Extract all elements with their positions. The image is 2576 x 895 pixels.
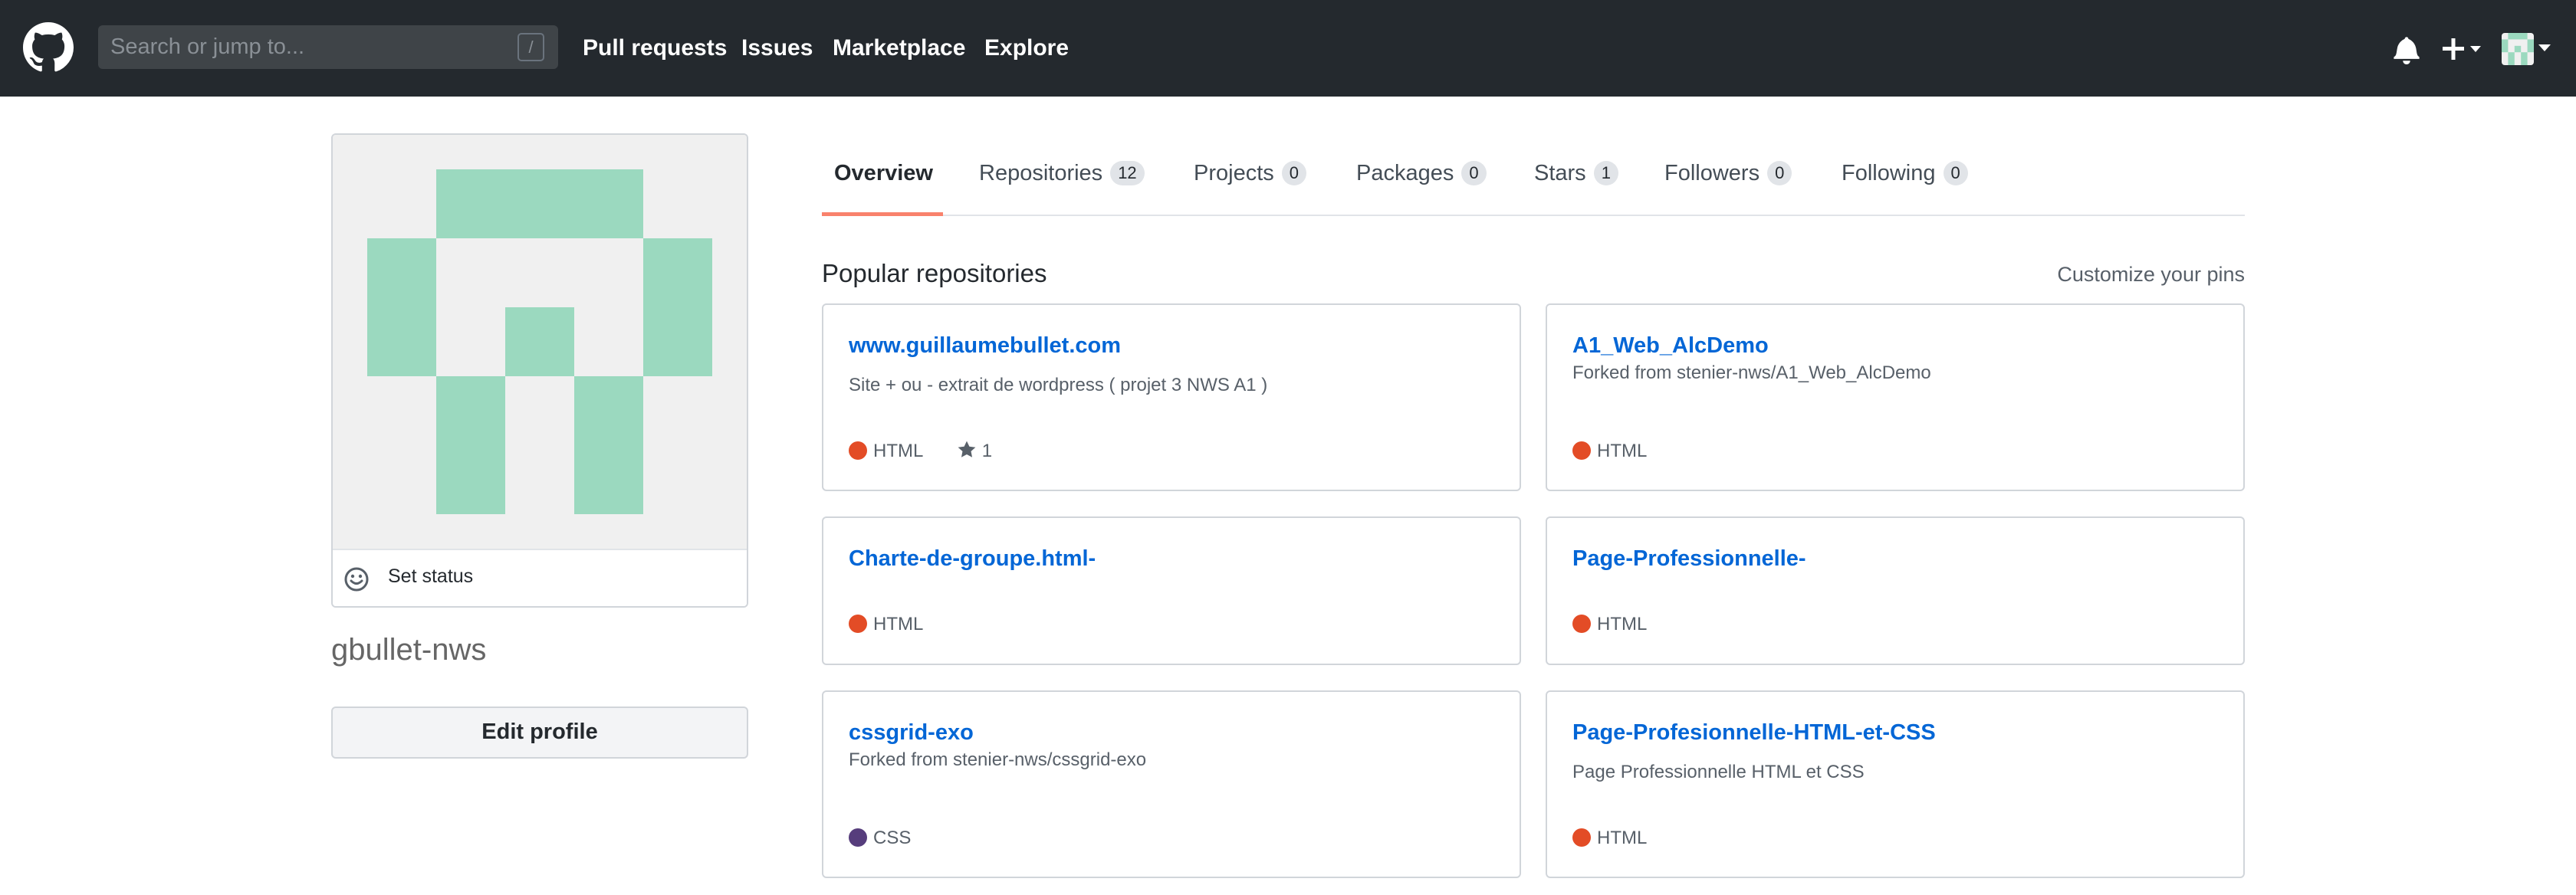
profile-username: gbullet-nws	[331, 633, 487, 667]
language-color-dot	[1572, 441, 1591, 460]
repo-fork-source: Forked from stenier-nws/cssgrid-exo	[849, 749, 1147, 770]
tab-label: Packages	[1356, 161, 1454, 185]
nav-issues[interactable]: Issues	[741, 33, 813, 64]
repo-language: HTML	[1597, 828, 1648, 848]
github-logo-icon[interactable]	[23, 22, 74, 73]
tab-label: Projects	[1194, 161, 1274, 185]
repo-card: www.guillaumebullet.com Site + ou - extr…	[822, 303, 1521, 491]
language-color-dot	[849, 828, 867, 847]
repo-language: HTML	[873, 441, 923, 461]
customize-pins-link[interactable]: Customize your pins	[2055, 262, 2245, 287]
tab-count: 0	[1943, 161, 1968, 185]
tab-followers[interactable]: Followers 0	[1664, 130, 1792, 216]
repo-link[interactable]: Page-Profesionnelle-HTML-et-CSS	[1572, 719, 1936, 746]
repo-fork-source: Forked from stenier-nws/A1_Web_AlcDemo	[1572, 362, 1931, 383]
search-shortcut-key: /	[518, 33, 544, 61]
language-color-dot	[849, 441, 867, 460]
tab-label: Repositories	[979, 161, 1103, 185]
repo-meta: HTML	[1572, 613, 1647, 636]
repo-language: HTML	[1597, 441, 1648, 461]
tab-count: 12	[1110, 161, 1145, 185]
tab-repositories[interactable]: Repositories 12	[979, 130, 1145, 216]
tab-label: Overview	[834, 161, 933, 185]
plus-dropdown-icon[interactable]	[2441, 37, 2482, 61]
nav-pull-requests[interactable]: Pull requests	[583, 33, 727, 64]
search-box: /	[98, 25, 558, 69]
repo-card: A1_Web_AlcDemo Forked from stenier-nws/A…	[1546, 303, 2245, 491]
language-color-dot	[1572, 828, 1591, 847]
tab-count: 1	[1593, 161, 1618, 185]
repo-language: CSS	[873, 828, 912, 848]
repo-stars[interactable]: 1	[957, 440, 992, 463]
profile-avatar[interactable]	[333, 135, 747, 549]
tab-overview[interactable]: Overview	[834, 130, 933, 216]
tab-count: 0	[1461, 161, 1487, 185]
language-color-dot	[1572, 615, 1591, 633]
repo-link[interactable]: www.guillaumebullet.com	[849, 332, 1121, 359]
repo-link[interactable]: A1_Web_AlcDemo	[1572, 332, 1769, 359]
repo-card: Charte-de-groupe.html- HTML	[822, 516, 1521, 665]
bell-icon[interactable]	[2394, 35, 2420, 64]
nav-explore[interactable]: Explore	[984, 33, 1069, 64]
repo-description: Page Professionnelle HTML et CSS	[1572, 762, 1865, 782]
smiley-icon	[344, 567, 369, 592]
set-status-label: Set status	[388, 566, 474, 587]
repo-link[interactable]: Charte-de-groupe.html-	[849, 545, 1096, 572]
repo-meta: HTML	[1572, 440, 1647, 463]
repo-card: cssgrid-exo Forked from stenier-nws/cssg…	[822, 690, 1521, 878]
repo-description: Site + ou - extrait de wordpress ( proje…	[849, 375, 1268, 395]
star-count: 1	[981, 441, 993, 461]
tab-count: 0	[1767, 161, 1792, 185]
repo-card: Page-Professionnelle- HTML	[1546, 516, 2245, 665]
tab-label: Following	[1842, 161, 1936, 185]
repo-meta: CSS	[849, 827, 911, 850]
avatar-dropdown-caret-icon[interactable]	[2538, 44, 2551, 52]
repo-link[interactable]: cssgrid-exo	[849, 719, 974, 746]
repo-card: Page-Profesionnelle-HTML-et-CSS Page Pro…	[1546, 690, 2245, 878]
star-icon	[958, 441, 976, 457]
profile-tabs: Overview Repositories 12 Projects 0 Packag…	[822, 130, 2245, 216]
nav-marketplace[interactable]: Marketplace	[833, 33, 965, 64]
active-tab-indicator	[822, 212, 943, 216]
tab-stars[interactable]: Stars 1	[1534, 130, 1618, 216]
repo-link[interactable]: Page-Professionnelle-	[1572, 545, 1806, 572]
repo-meta: HTML	[849, 613, 923, 636]
tab-following[interactable]: Following 0	[1842, 130, 1968, 216]
set-status-button[interactable]: Set status	[333, 549, 747, 606]
tab-label: Followers	[1664, 161, 1760, 185]
repo-meta: HTML	[1572, 827, 1647, 850]
user-avatar-icon[interactable]	[2502, 33, 2534, 65]
tab-count: 0	[1281, 161, 1307, 185]
edit-profile-button[interactable]: Edit profile	[331, 706, 748, 759]
top-header: / Pull requests Issues Marketplace Explo…	[0, 0, 2576, 97]
search-input[interactable]	[98, 25, 527, 69]
popular-repos-heading: Popular repositories	[822, 259, 1047, 287]
tab-packages[interactable]: Packages 0	[1356, 130, 1487, 216]
tab-label: Stars	[1534, 161, 1586, 185]
repo-language: HTML	[873, 614, 924, 634]
identicon-icon	[367, 169, 712, 514]
profile-avatar-card: Set status	[331, 133, 748, 608]
tab-projects[interactable]: Projects 0	[1194, 130, 1307, 216]
repo-language: HTML	[1597, 614, 1648, 634]
language-color-dot	[849, 615, 867, 633]
repo-meta: HTML 1	[849, 440, 992, 463]
identicon-small-icon	[2502, 33, 2534, 65]
